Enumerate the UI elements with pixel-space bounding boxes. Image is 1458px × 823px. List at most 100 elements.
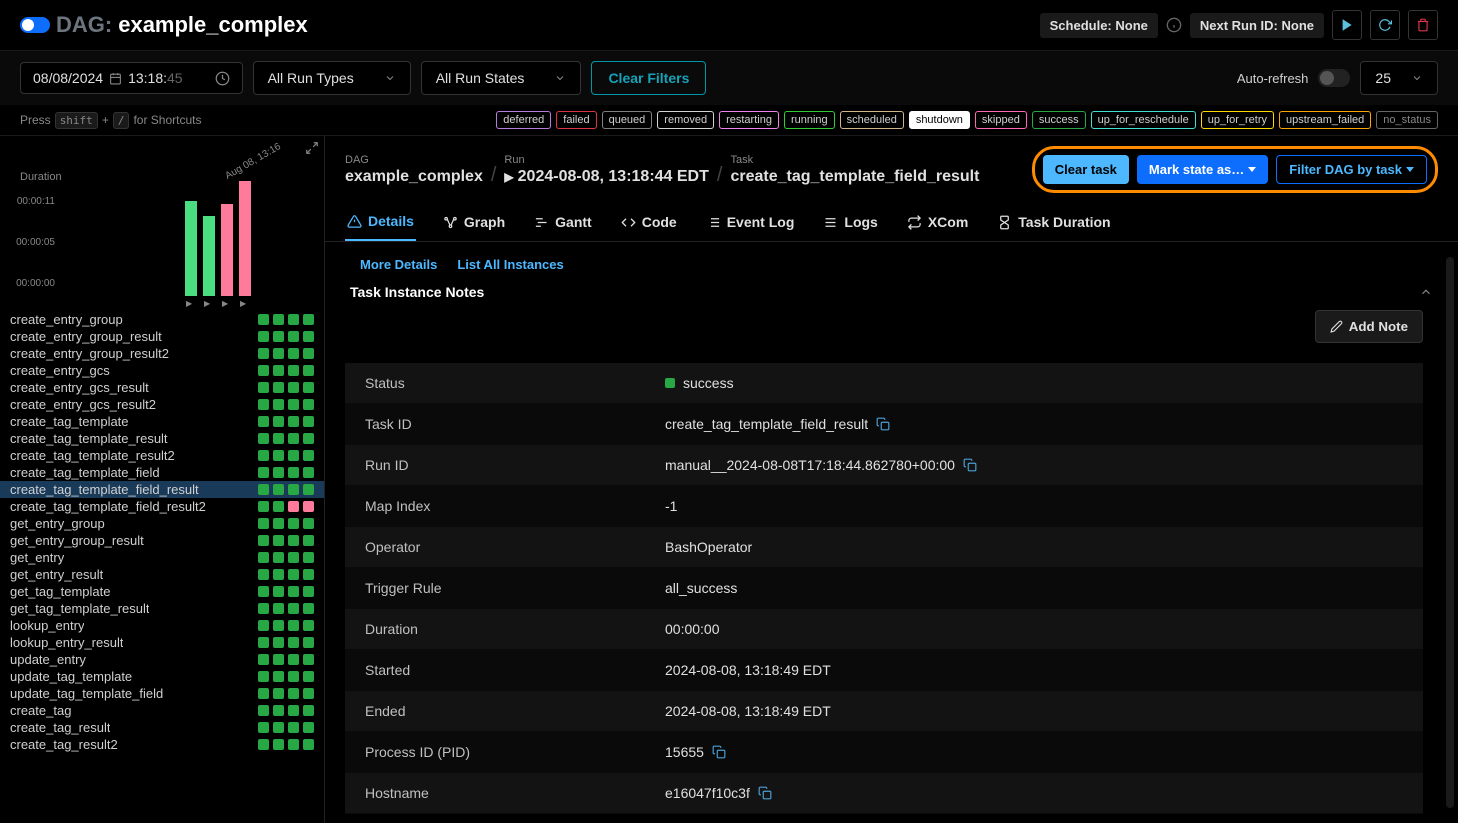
- task-row[interactable]: create_tag_result2: [0, 736, 324, 753]
- task-status-cell[interactable]: [273, 399, 284, 410]
- filter-dag-button[interactable]: Filter DAG by task: [1276, 155, 1427, 184]
- task-status-cell[interactable]: [288, 382, 299, 393]
- task-row[interactable]: create_tag_template_result2: [0, 447, 324, 464]
- task-status-cell[interactable]: [303, 637, 314, 648]
- task-status-cell[interactable]: [303, 603, 314, 614]
- task-status-cell[interactable]: [258, 620, 269, 631]
- copy-icon[interactable]: [963, 458, 977, 472]
- task-row[interactable]: create_entry_gcs_result: [0, 379, 324, 396]
- task-status-cell[interactable]: [258, 365, 269, 376]
- task-status-cell[interactable]: [288, 348, 299, 359]
- task-status-cell[interactable]: [288, 331, 299, 342]
- task-row[interactable]: create_tag_template_field: [0, 464, 324, 481]
- task-row[interactable]: create_entry_gcs: [0, 362, 324, 379]
- run-states-select[interactable]: All Run States: [421, 61, 582, 95]
- task-status-cell[interactable]: [258, 569, 269, 580]
- tab-gantt[interactable]: Gantt: [532, 203, 594, 241]
- tab-code[interactable]: Code: [619, 203, 679, 241]
- task-status-cell[interactable]: [303, 654, 314, 665]
- task-status-cell[interactable]: [303, 620, 314, 631]
- task-status-cell[interactable]: [273, 739, 284, 750]
- task-status-cell[interactable]: [303, 705, 314, 716]
- task-status-cell[interactable]: [273, 450, 284, 461]
- status-chip-up_for_reschedule[interactable]: up_for_reschedule: [1091, 111, 1196, 129]
- task-status-cell[interactable]: [258, 399, 269, 410]
- task-status-cell[interactable]: [273, 688, 284, 699]
- task-row[interactable]: update_tag_template: [0, 668, 324, 685]
- task-status-cell[interactable]: [288, 433, 299, 444]
- clear-filters-button[interactable]: Clear Filters: [591, 61, 706, 95]
- task-status-cell[interactable]: [273, 620, 284, 631]
- task-status-cell[interactable]: [258, 637, 269, 648]
- expand-icon[interactable]: [305, 141, 319, 155]
- status-chip-deferred[interactable]: deferred: [496, 111, 551, 129]
- task-status-cell[interactable]: [258, 450, 269, 461]
- status-chip-queued[interactable]: queued: [602, 111, 653, 129]
- task-row[interactable]: create_tag_template_result: [0, 430, 324, 447]
- scrollbar[interactable]: [1446, 257, 1454, 808]
- tab-graph[interactable]: Graph: [441, 203, 507, 241]
- task-status-cell[interactable]: [303, 484, 314, 495]
- breadcrumb-dag[interactable]: example_complex: [345, 168, 483, 186]
- task-status-cell[interactable]: [273, 586, 284, 597]
- task-status-cell[interactable]: [273, 637, 284, 648]
- duration-bar[interactable]: ▶: [185, 176, 197, 296]
- task-status-cell[interactable]: [303, 365, 314, 376]
- task-status-cell[interactable]: [288, 467, 299, 478]
- status-chip-no_status[interactable]: no_status: [1376, 111, 1438, 129]
- task-row[interactable]: lookup_entry: [0, 617, 324, 634]
- duration-bar[interactable]: ▶: [221, 176, 233, 296]
- status-chip-restarting[interactable]: restarting: [719, 111, 779, 129]
- chevron-up-icon[interactable]: [1419, 285, 1433, 299]
- refresh-button[interactable]: [1370, 10, 1400, 40]
- task-status-cell[interactable]: [288, 518, 299, 529]
- tab-event-log[interactable]: Event Log: [704, 203, 797, 241]
- task-status-cell[interactable]: [288, 620, 299, 631]
- task-status-cell[interactable]: [303, 569, 314, 580]
- task-row[interactable]: update_entry: [0, 651, 324, 668]
- page-size-select[interactable]: 25: [1360, 61, 1438, 95]
- task-status-cell[interactable]: [288, 416, 299, 427]
- task-status-cell[interactable]: [288, 671, 299, 682]
- task-status-cell[interactable]: [273, 654, 284, 665]
- status-chip-failed[interactable]: failed: [556, 111, 596, 129]
- task-status-cell[interactable]: [303, 501, 314, 512]
- task-status-cell[interactable]: [273, 348, 284, 359]
- task-status-cell[interactable]: [303, 739, 314, 750]
- status-chip-success[interactable]: success: [1032, 111, 1086, 129]
- duration-bar[interactable]: ▶: [203, 176, 215, 296]
- task-status-cell[interactable]: [303, 535, 314, 546]
- task-status-cell[interactable]: [258, 671, 269, 682]
- task-status-cell[interactable]: [273, 705, 284, 716]
- task-status-cell[interactable]: [288, 569, 299, 580]
- task-status-cell[interactable]: [303, 552, 314, 563]
- task-status-cell[interactable]: [273, 365, 284, 376]
- date-time-input[interactable]: 08/08/2024 13:18:45: [20, 62, 243, 94]
- task-status-cell[interactable]: [288, 450, 299, 461]
- task-status-cell[interactable]: [258, 433, 269, 444]
- task-status-cell[interactable]: [273, 569, 284, 580]
- task-status-cell[interactable]: [288, 688, 299, 699]
- copy-icon[interactable]: [758, 786, 772, 800]
- status-chip-running[interactable]: running: [784, 111, 835, 129]
- task-status-cell[interactable]: [258, 467, 269, 478]
- task-status-cell[interactable]: [258, 484, 269, 495]
- task-status-cell[interactable]: [288, 739, 299, 750]
- task-status-cell[interactable]: [273, 331, 284, 342]
- task-status-cell[interactable]: [258, 552, 269, 563]
- task-status-cell[interactable]: [273, 416, 284, 427]
- tab-details[interactable]: Details: [345, 203, 416, 241]
- status-chip-removed[interactable]: removed: [657, 111, 714, 129]
- task-status-cell[interactable]: [273, 722, 284, 733]
- task-row[interactable]: get_entry: [0, 549, 324, 566]
- play-button[interactable]: [1332, 10, 1362, 40]
- task-row[interactable]: lookup_entry_result: [0, 634, 324, 651]
- task-status-cell[interactable]: [303, 348, 314, 359]
- task-status-cell[interactable]: [258, 416, 269, 427]
- task-status-cell[interactable]: [273, 314, 284, 325]
- task-status-cell[interactable]: [303, 314, 314, 325]
- more-details-link[interactable]: More Details: [360, 257, 437, 272]
- task-row[interactable]: update_tag_template_field: [0, 685, 324, 702]
- task-status-cell[interactable]: [288, 603, 299, 614]
- task-status-cell[interactable]: [258, 705, 269, 716]
